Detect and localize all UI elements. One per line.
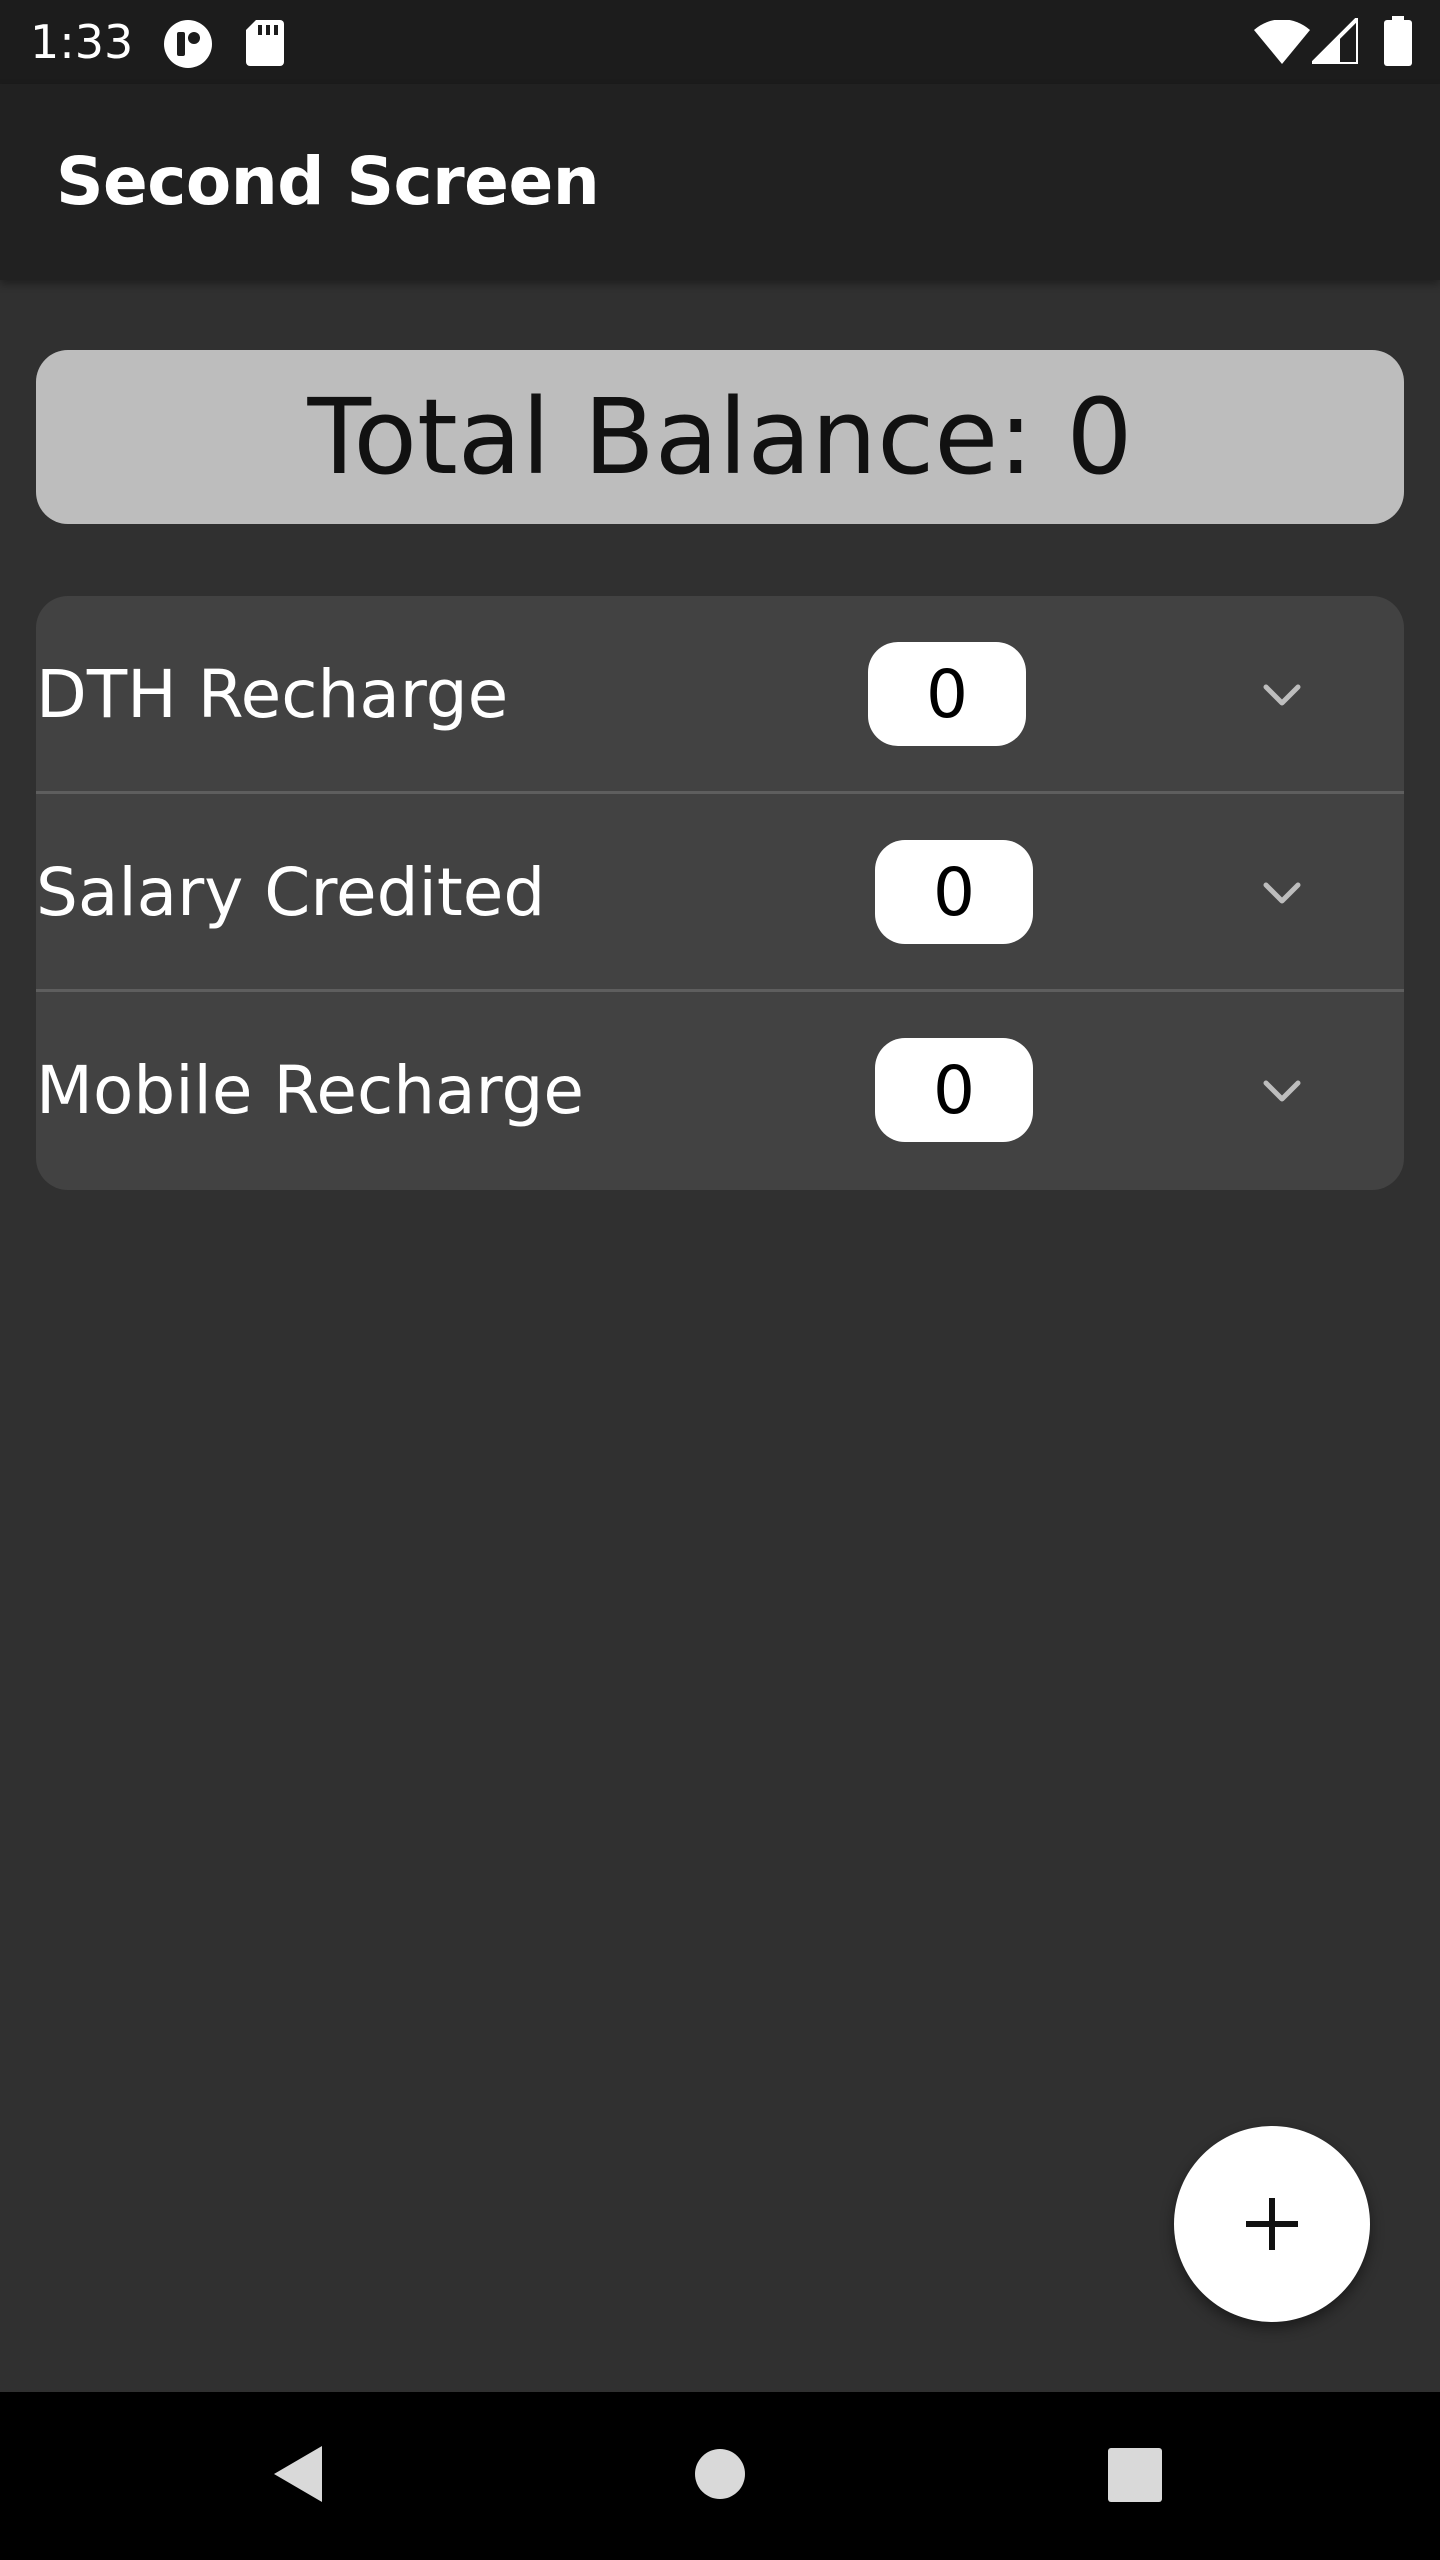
- chevron-down-icon[interactable]: [1252, 665, 1312, 725]
- list-item[interactable]: Salary Credited 0: [36, 794, 1404, 992]
- home-icon[interactable]: [694, 2448, 746, 2500]
- system-nav-bar: [0, 2392, 1440, 2560]
- recents-icon[interactable]: [1108, 2448, 1162, 2502]
- add-button[interactable]: [1174, 2126, 1370, 2322]
- status-time: 1:33: [30, 15, 134, 69]
- transaction-label: Mobile Recharge: [36, 1052, 585, 1129]
- chevron-down-icon[interactable]: [1252, 1061, 1312, 1121]
- transaction-list: DTH Recharge 0 Salary Credited 0 Mobile …: [36, 596, 1404, 1190]
- transaction-amount: 0: [875, 840, 1033, 944]
- list-item[interactable]: DTH Recharge 0: [36, 596, 1404, 794]
- status-bar: 1:33: [0, 0, 1440, 84]
- transaction-label: Salary Credited: [36, 854, 546, 931]
- cell-signal-icon: [1312, 18, 1358, 64]
- transaction-amount: 0: [875, 1038, 1033, 1142]
- app-notification-icon: [164, 20, 212, 68]
- chevron-down-icon[interactable]: [1252, 863, 1312, 923]
- total-balance-card: Total Balance: 0: [36, 350, 1404, 524]
- page-title: Second Screen: [56, 143, 600, 220]
- app-bar: Second Screen: [0, 84, 1440, 280]
- sd-card-icon: [246, 20, 284, 66]
- wifi-icon: [1254, 20, 1310, 64]
- total-balance-text: Total Balance: 0: [307, 376, 1133, 498]
- back-icon[interactable]: [268, 2442, 328, 2506]
- plus-icon: [1246, 2198, 1298, 2250]
- battery-icon: [1384, 16, 1412, 66]
- transaction-amount: 0: [868, 642, 1026, 746]
- transaction-label: DTH Recharge: [36, 656, 509, 733]
- list-item[interactable]: Mobile Recharge 0: [36, 992, 1404, 1190]
